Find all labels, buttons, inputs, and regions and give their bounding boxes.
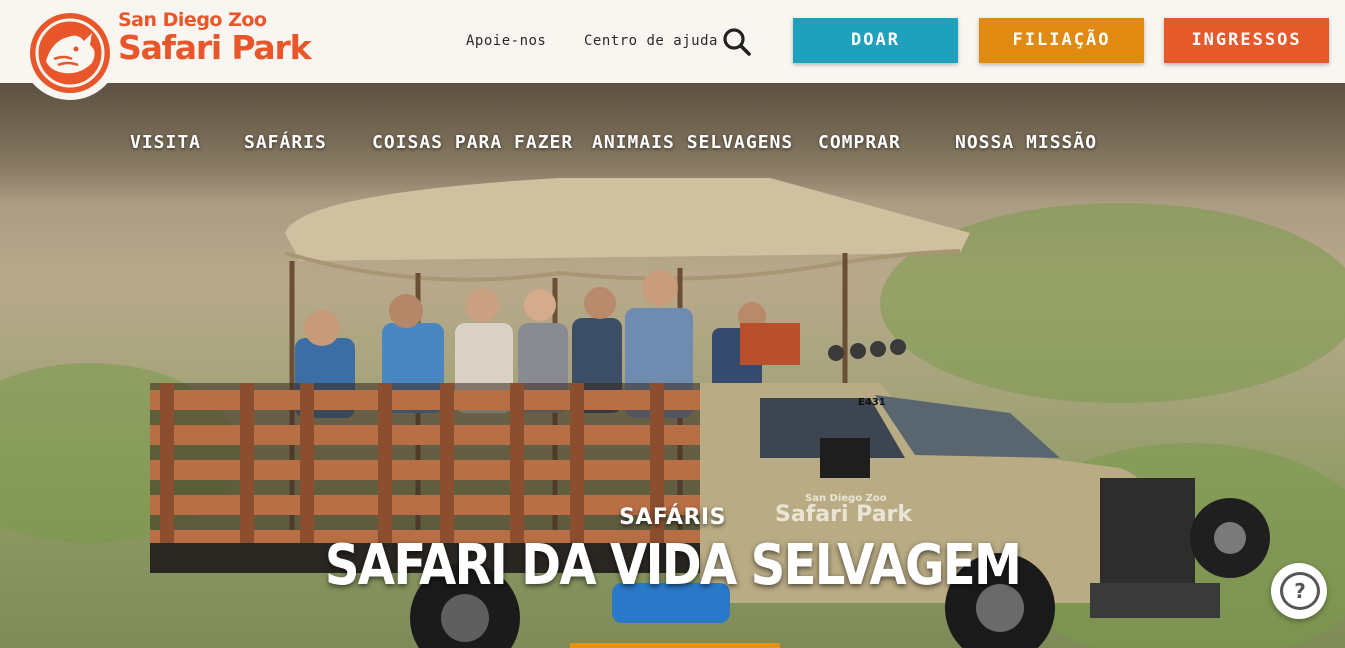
nav-item-things-to-do[interactable]: COISAS PARA FAZER [372,132,573,153]
donate-button[interactable]: DOAR [793,18,958,63]
nav-item-wild-animals[interactable]: ANIMAIS SELVAGENS [592,132,793,153]
help-center-link[interactable]: Centro de ajuda [584,33,718,49]
help-icon: ? [1280,572,1320,610]
search-button[interactable] [721,26,753,58]
svg-text:San Diego Zoo: San Diego Zoo [805,493,887,504]
rhino-logo-icon [30,13,110,93]
nav-item-visit[interactable]: VISITA [130,132,201,153]
membership-button[interactable]: FILIAÇÃO [979,18,1144,63]
search-icon [723,28,751,56]
logo-line1: San Diego Zoo [118,9,267,31]
hero-cta-button[interactable] [570,643,780,648]
nav-item-safaris[interactable]: SAFÁRIS [244,132,327,153]
top-header: San Diego Zoo Safari Park Apoie-nos Cent… [0,0,1345,100]
help-button[interactable]: ? [1271,563,1327,619]
nav-item-our-mission[interactable]: NOSSA MISSÃO [955,132,1097,153]
tickets-button[interactable]: INGRESSOS [1164,18,1329,63]
hero-kicker: SAFÁRIS [619,505,726,530]
svg-text:E431: E431 [858,397,886,408]
logo-wordmark[interactable]: San Diego Zoo Safari Park [118,9,312,67]
hero-title: SAFARI DA VIDA SELVAGEM [324,533,1022,598]
logo-line2: Safari Park [118,28,312,67]
primary-nav: VISITA SAFÁRIS COISAS PARA FAZER ANIMAIS… [0,132,1345,162]
support-us-link[interactable]: Apoie-nos [466,33,546,49]
nav-item-shop[interactable]: COMPRAR [818,132,901,153]
logo[interactable] [20,0,120,100]
